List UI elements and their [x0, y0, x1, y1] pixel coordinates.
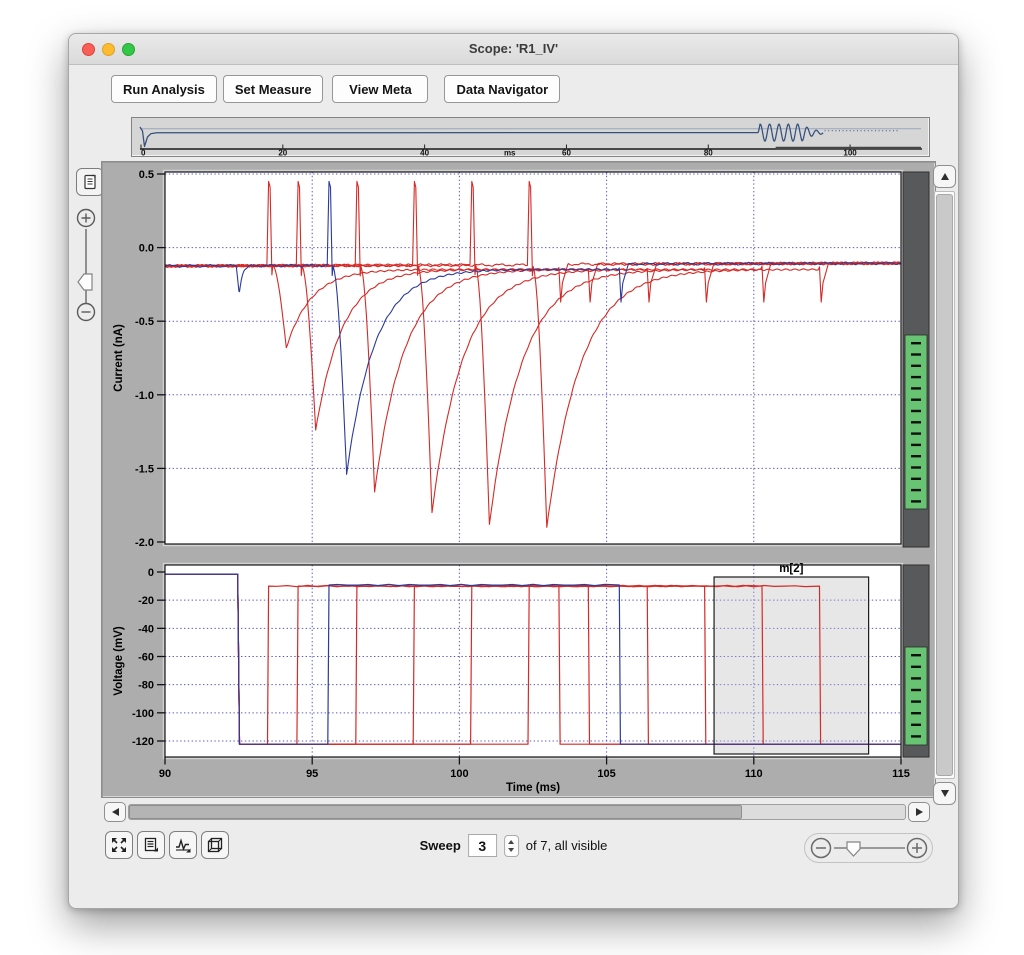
- svg-text:80: 80: [704, 149, 713, 157]
- vertical-scroll-thumb[interactable]: [936, 194, 953, 776]
- toolbar: Run Analysis Set Measure View Meta Data …: [111, 75, 560, 103]
- svg-text:110: 110: [745, 768, 763, 780]
- svg-text:-1.0: -1.0: [135, 390, 154, 402]
- vertical-scrollbar[interactable]: [933, 165, 956, 805]
- scroll-left-button[interactable]: [104, 802, 126, 822]
- zoom-button[interactable]: [122, 43, 135, 56]
- horizontal-zoom-canvas[interactable]: [805, 834, 932, 862]
- data-navigator-button[interactable]: Data Navigator: [444, 75, 560, 103]
- scope-window: Scope: 'R1_IV' Run Analysis Set Measure …: [68, 33, 959, 909]
- window-titlebar[interactable]: Scope: 'R1_IV': [69, 34, 958, 65]
- svg-text:60: 60: [562, 149, 571, 157]
- channel-layout-button[interactable]: [201, 831, 229, 859]
- sweep-count-text: of 7, all visible: [526, 838, 608, 853]
- svg-text:95: 95: [306, 768, 318, 780]
- svg-text:-2.0: -2.0: [135, 537, 154, 549]
- sweep-label: Sweep: [420, 838, 461, 853]
- vertical-zoom-canvas[interactable]: [75, 206, 97, 324]
- svg-text:40: 40: [420, 149, 429, 157]
- sweep-stepper[interactable]: [504, 835, 519, 857]
- set-measure-button[interactable]: Set Measure: [223, 75, 324, 103]
- svg-text:90: 90: [159, 768, 171, 780]
- stepper-down-icon: [508, 848, 514, 852]
- up-arrow-icon: [941, 173, 949, 180]
- svg-text:Voltage (mV): Voltage (mV): [113, 626, 125, 696]
- svg-text:0: 0: [141, 149, 146, 157]
- vertical-scroll-track[interactable]: [934, 191, 955, 779]
- svg-text:-1.5: -1.5: [135, 463, 154, 475]
- scroll-down-button[interactable]: [933, 782, 956, 805]
- plots-panel: m[2]0.50.0-0.5-1.0-1.5-2.00-20-40-60-80-…: [101, 161, 936, 798]
- down-arrow-icon: [941, 790, 949, 797]
- sweep-control: Sweep 3 of 7, all visible: [420, 834, 608, 857]
- window-title: Scope: 'R1_IV': [69, 34, 958, 64]
- svg-text:-80: -80: [138, 680, 154, 692]
- close-button[interactable]: [82, 43, 95, 56]
- horizontal-zoom-thumb: [847, 842, 860, 856]
- svg-text:-120: -120: [132, 736, 154, 748]
- stepper-up-icon: [508, 840, 514, 844]
- svg-text:105: 105: [597, 768, 615, 780]
- svg-text:ms: ms: [504, 149, 516, 157]
- overview-canvas[interactable]: 0 20 40 60 80 100 ms: [132, 118, 929, 156]
- notebook-icon: [81, 173, 99, 191]
- vertical-zoom-thumb: [78, 274, 92, 290]
- sweep-list-icon: [142, 836, 160, 854]
- svg-text:0.5: 0.5: [139, 169, 154, 181]
- view-meta-button[interactable]: View Meta: [332, 75, 428, 103]
- svg-text:-100: -100: [132, 708, 154, 720]
- channel-layout-icon: [206, 836, 224, 854]
- notebook-button[interactable]: [76, 168, 104, 196]
- vertical-zoom-slider[interactable]: [75, 206, 97, 324]
- sweep-list-button[interactable]: [137, 831, 165, 859]
- plots-canvas[interactable]: m[2]0.50.0-0.5-1.0-1.5-2.00-20-40-60-80-…: [102, 162, 935, 797]
- left-arrow-icon: [112, 808, 119, 816]
- horizontal-scroll-track[interactable]: [128, 804, 906, 820]
- horizontal-scrollbar[interactable]: [104, 802, 930, 822]
- svg-text:-20: -20: [138, 595, 154, 607]
- svg-text:0.0: 0.0: [139, 243, 154, 255]
- sweep-number-field[interactable]: 3: [468, 834, 497, 857]
- trace-options-icon: [174, 836, 192, 854]
- svg-text:-0.5: -0.5: [135, 316, 154, 328]
- svg-text:20: 20: [278, 149, 287, 157]
- svg-text:Time (ms): Time (ms): [506, 782, 560, 794]
- scroll-right-button[interactable]: [908, 802, 930, 822]
- right-arrow-icon: [916, 808, 923, 816]
- overview-strip[interactable]: 0 20 40 60 80 100 ms: [131, 117, 930, 157]
- full-scale-button[interactable]: [105, 831, 133, 859]
- horizontal-scroll-thumb[interactable]: [129, 805, 742, 819]
- minimize-button[interactable]: [102, 43, 115, 56]
- svg-text:0: 0: [148, 567, 154, 579]
- svg-text:-60: -60: [138, 651, 154, 663]
- svg-text:-40: -40: [138, 623, 154, 635]
- horizontal-zoom-slider[interactable]: [804, 833, 933, 863]
- full-scale-icon: [110, 836, 128, 854]
- svg-text:100: 100: [843, 149, 857, 157]
- trace-options-button[interactable]: [169, 831, 197, 859]
- svg-text:100: 100: [450, 768, 468, 780]
- svg-text:115: 115: [892, 768, 910, 780]
- bottom-toolbar: [105, 831, 229, 859]
- run-analysis-button[interactable]: Run Analysis: [111, 75, 217, 103]
- scroll-up-button[interactable]: [933, 165, 956, 188]
- svg-text:Current (nA): Current (nA): [113, 324, 125, 392]
